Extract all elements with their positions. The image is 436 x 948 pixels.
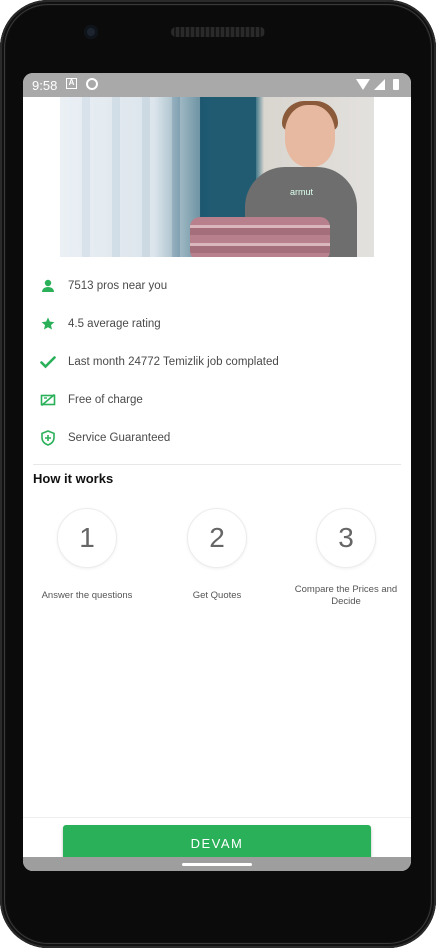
feature-pros-nearby: 7513 pros near you [39, 275, 399, 297]
shield-icon [39, 429, 57, 447]
app-screen: 9:58 A armut 7513 pros near you 4.5 aver… [23, 73, 411, 871]
phone-frame: 9:58 A armut 7513 pros near you 4.5 aver… [0, 0, 436, 948]
money-off-icon [39, 391, 57, 409]
battery-icon [393, 79, 399, 90]
person-icon [39, 277, 57, 295]
section-divider [33, 464, 401, 465]
step-3-circle: 3 [316, 508, 376, 568]
step-2-circle: 2 [187, 508, 247, 568]
status-bar: 9:58 A [23, 73, 411, 97]
hero-towels [190, 217, 330, 257]
star-icon [39, 315, 57, 333]
front-camera [84, 25, 98, 39]
devam-button[interactable]: DEVAM [63, 825, 371, 861]
feature-label: Last month 24772 Temizlik job complated [68, 356, 279, 368]
check-icon [39, 353, 57, 371]
feature-guarantee: Service Guaranteed [39, 427, 399, 449]
step-1-circle: 1 [57, 508, 117, 568]
wifi-icon [356, 79, 370, 90]
bottom-divider [23, 817, 411, 818]
feature-free: Free of charge [39, 389, 399, 411]
step-2-label: Get Quotes [192, 590, 242, 601]
earpiece-speaker [171, 27, 265, 37]
feature-label: Free of charge [68, 394, 143, 406]
hero-image: armut [60, 97, 374, 257]
hero-window [60, 97, 200, 257]
hero-brand-logo: armut [290, 187, 314, 197]
sync-icon [86, 78, 98, 90]
feature-jobs-completed: Last month 24772 Temizlik job complated [39, 351, 399, 373]
feature-label: 7513 pros near you [68, 280, 168, 292]
status-right-icons [356, 79, 399, 90]
status-time: 9:58 [32, 78, 58, 93]
feature-label: Service Guaranteed [68, 432, 171, 444]
hero-person-head [285, 105, 335, 167]
how-it-works-title: How it works [33, 471, 114, 486]
feature-rating: 4.5 average rating [39, 313, 399, 335]
signal-icon [374, 79, 385, 90]
step-3-label: Compare the Prices and Decide [294, 584, 398, 607]
step-1-label: Answer the questions [41, 590, 133, 601]
home-gesture-handle[interactable] [182, 863, 252, 866]
a-notification-icon: A [66, 78, 77, 89]
feature-label: 4.5 average rating [68, 318, 161, 330]
